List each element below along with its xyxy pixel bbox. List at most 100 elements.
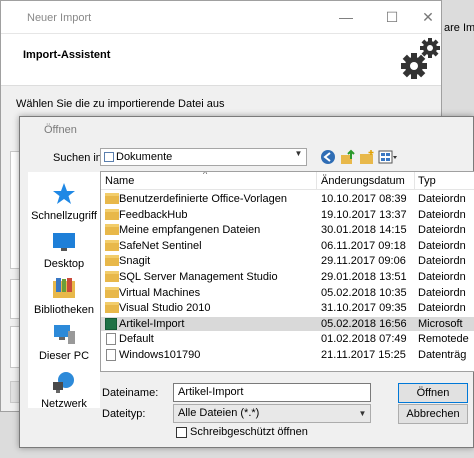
place-this-pc[interactable]: Dieser PC: [28, 322, 100, 362]
look-in-label: Suchen in:: [53, 152, 105, 164]
file-row[interactable]: FeedbackHub 19.10.2017 13:37 Dateiordn: [101, 208, 474, 222]
look-in-value: Dokumente: [116, 151, 173, 163]
chevron-down-icon: ▼: [294, 149, 303, 158]
file-name: SQL Server Management Studio: [119, 271, 278, 283]
file-name: Windows101790: [119, 349, 201, 361]
back-icon[interactable]: [320, 149, 336, 165]
new-folder-icon[interactable]: [359, 149, 375, 165]
file-row[interactable]: Virtual Machines 05.02.2018 10:35 Dateiord…: [101, 286, 474, 300]
up-folder-icon[interactable]: [340, 149, 356, 165]
place-label: Desktop: [43, 258, 85, 270]
file-type: Dateiordn: [418, 208, 466, 221]
file-row[interactable]: SQL Server Management Studio 29.01.2018 1…: [101, 270, 474, 284]
file-date: 05.02.2018 16:56: [321, 317, 407, 330]
file-date: 05.02.2018 10:35: [321, 286, 407, 299]
sort-arrow-icon: ^: [203, 171, 208, 179]
file-list[interactable]: Name ^ Änderungsdatum Typ Benutzerdefini…: [100, 171, 474, 372]
star-icon: [52, 182, 76, 206]
file-type: Dateiordn: [418, 286, 466, 299]
column-header-type[interactable]: Typ: [418, 175, 436, 187]
file-date: 29.11.2017 09:06: [321, 255, 406, 268]
file-name: Benutzerdefinierte Office-Vorlagen: [119, 193, 287, 205]
file-date: 21.11.2017 15:25: [321, 349, 406, 361]
file-type: Dateiordn: [418, 224, 466, 237]
libraries-icon: [52, 276, 76, 300]
file-type: Datenträg: [418, 349, 467, 361]
folder-icon: [105, 193, 119, 204]
place-label: Bibliotheken: [34, 304, 94, 316]
file-row[interactable]: Visual Studio 2010 31.10.2017 09:35 Dateio…: [101, 301, 474, 315]
file-name: Snagit: [119, 255, 151, 268]
readonly-label: Schreibgeschützt öffnen: [190, 426, 308, 438]
readonly-checkbox[interactable]: [176, 427, 187, 438]
desktop-icon: [52, 230, 76, 254]
wizard-header: Import-Assistent: [1, 34, 441, 86]
file-type: Dateiordn: [418, 255, 466, 268]
column-header-name[interactable]: Name: [105, 175, 134, 187]
folder-icon: [105, 239, 119, 251]
look-in-combo[interactable]: Dokumente ▼: [100, 148, 307, 166]
place-desktop[interactable]: Desktop: [28, 230, 100, 270]
file-row[interactable]: Default 01.02.2018 07:49 Remotede: [101, 332, 474, 346]
maximize-button[interactable]: ☐: [377, 5, 407, 29]
wizard-prompt: Wählen Sie die zu importierende Datei au…: [16, 98, 225, 110]
folder-icon: [105, 208, 119, 220]
filetype-select[interactable]: Alle Dateien (*.*) ▼: [173, 404, 371, 423]
folder-icon: [105, 286, 119, 298]
column-header-date[interactable]: Änderungsdatum: [321, 175, 405, 187]
open-button[interactable]: Öffnen: [398, 383, 468, 403]
wizard-title: Neuer Import: [27, 12, 92, 24]
column-separator: [414, 172, 415, 190]
file-name: Virtual Machines: [119, 286, 201, 299]
places-bar: Schnellzugriff Desktop Bibliotheken Dies…: [28, 172, 100, 410]
file-type: Dateiordn: [418, 193, 466, 205]
file-type: Dateiordn: [418, 271, 466, 283]
folder-icon: [105, 271, 119, 282]
file-list-header: Name ^ Änderungsdatum Typ: [101, 172, 474, 190]
file-date: 29.01.2018 13:51: [321, 271, 407, 283]
file-date: 01.02.2018 07:49: [321, 333, 407, 346]
folder-icon: [105, 302, 119, 314]
place-quick-access[interactable]: Schnellzugriff: [28, 182, 100, 222]
close-button[interactable]: ✕: [413, 5, 443, 29]
filetype-label: Dateityp:: [102, 408, 146, 420]
file-date: 19.10.2017 13:37: [321, 208, 407, 221]
file-date: 06.11.2017 09:18: [321, 239, 406, 252]
place-network[interactable]: Netzwerk: [28, 370, 100, 410]
chevron-down-icon: ▼: [358, 409, 367, 418]
filetype-value: Alle Dateien (*.*): [178, 407, 260, 419]
documents-icon: [104, 152, 114, 162]
file-name: Visual Studio 2010: [119, 302, 211, 315]
place-libraries[interactable]: Bibliotheken: [28, 276, 100, 316]
computer-icon: [52, 322, 76, 346]
wizard-titlebar: Neuer Import — ☐ ✕: [1, 1, 441, 34]
file-name: SafeNet Sentinel: [119, 239, 202, 252]
file-row[interactable]: SafeNet Sentinel 06.11.2017 09:18 Dateiord…: [101, 239, 474, 253]
minimize-button[interactable]: —: [331, 5, 361, 29]
folder-icon: [105, 224, 119, 236]
filename-label: Dateiname:: [102, 387, 159, 399]
file-row[interactable]: Artikel-Import 05.02.2018 16:56 Microsoft: [101, 316, 474, 331]
place-label: Schnellzugriff: [31, 210, 97, 222]
file-type: Dateiordn: [418, 239, 466, 252]
filename-input[interactable]: Artikel-Import: [173, 383, 371, 402]
file-row[interactable]: Snagit 29.11.2017 09:06 Dateiordn: [101, 254, 474, 268]
file-row[interactable]: Meine empfangenen Dateien 30.01.2018 14:1…: [101, 223, 474, 237]
file-date: 31.10.2017 09:35: [321, 302, 407, 315]
place-label: Netzwerk: [41, 398, 87, 410]
file-date: 30.01.2018 14:15: [321, 224, 407, 237]
file-type: Dateiordn: [418, 302, 466, 315]
folder-icon: [105, 255, 119, 267]
file-row[interactable]: Windows101790 21.11.2017 15:25 Datenträg: [101, 348, 474, 362]
file-type: Remotede: [418, 333, 469, 346]
file-row[interactable]: Benutzerdefinierte Office-Vorlagen 10.10.…: [101, 192, 474, 206]
open-file-dialog: Öffnen Suchen in: Dokumente ▼ Schnellzug…: [19, 116, 474, 448]
network-icon: [52, 370, 76, 394]
cancel-button[interactable]: Abbrechen: [398, 404, 468, 424]
place-label: Dieser PC: [38, 350, 90, 362]
dialog-title: Öffnen: [44, 124, 77, 136]
file-icon: [106, 333, 116, 346]
file-icon: [106, 349, 116, 361]
excel-file-icon: [105, 317, 117, 330]
view-menu-icon[interactable]: [378, 149, 398, 165]
